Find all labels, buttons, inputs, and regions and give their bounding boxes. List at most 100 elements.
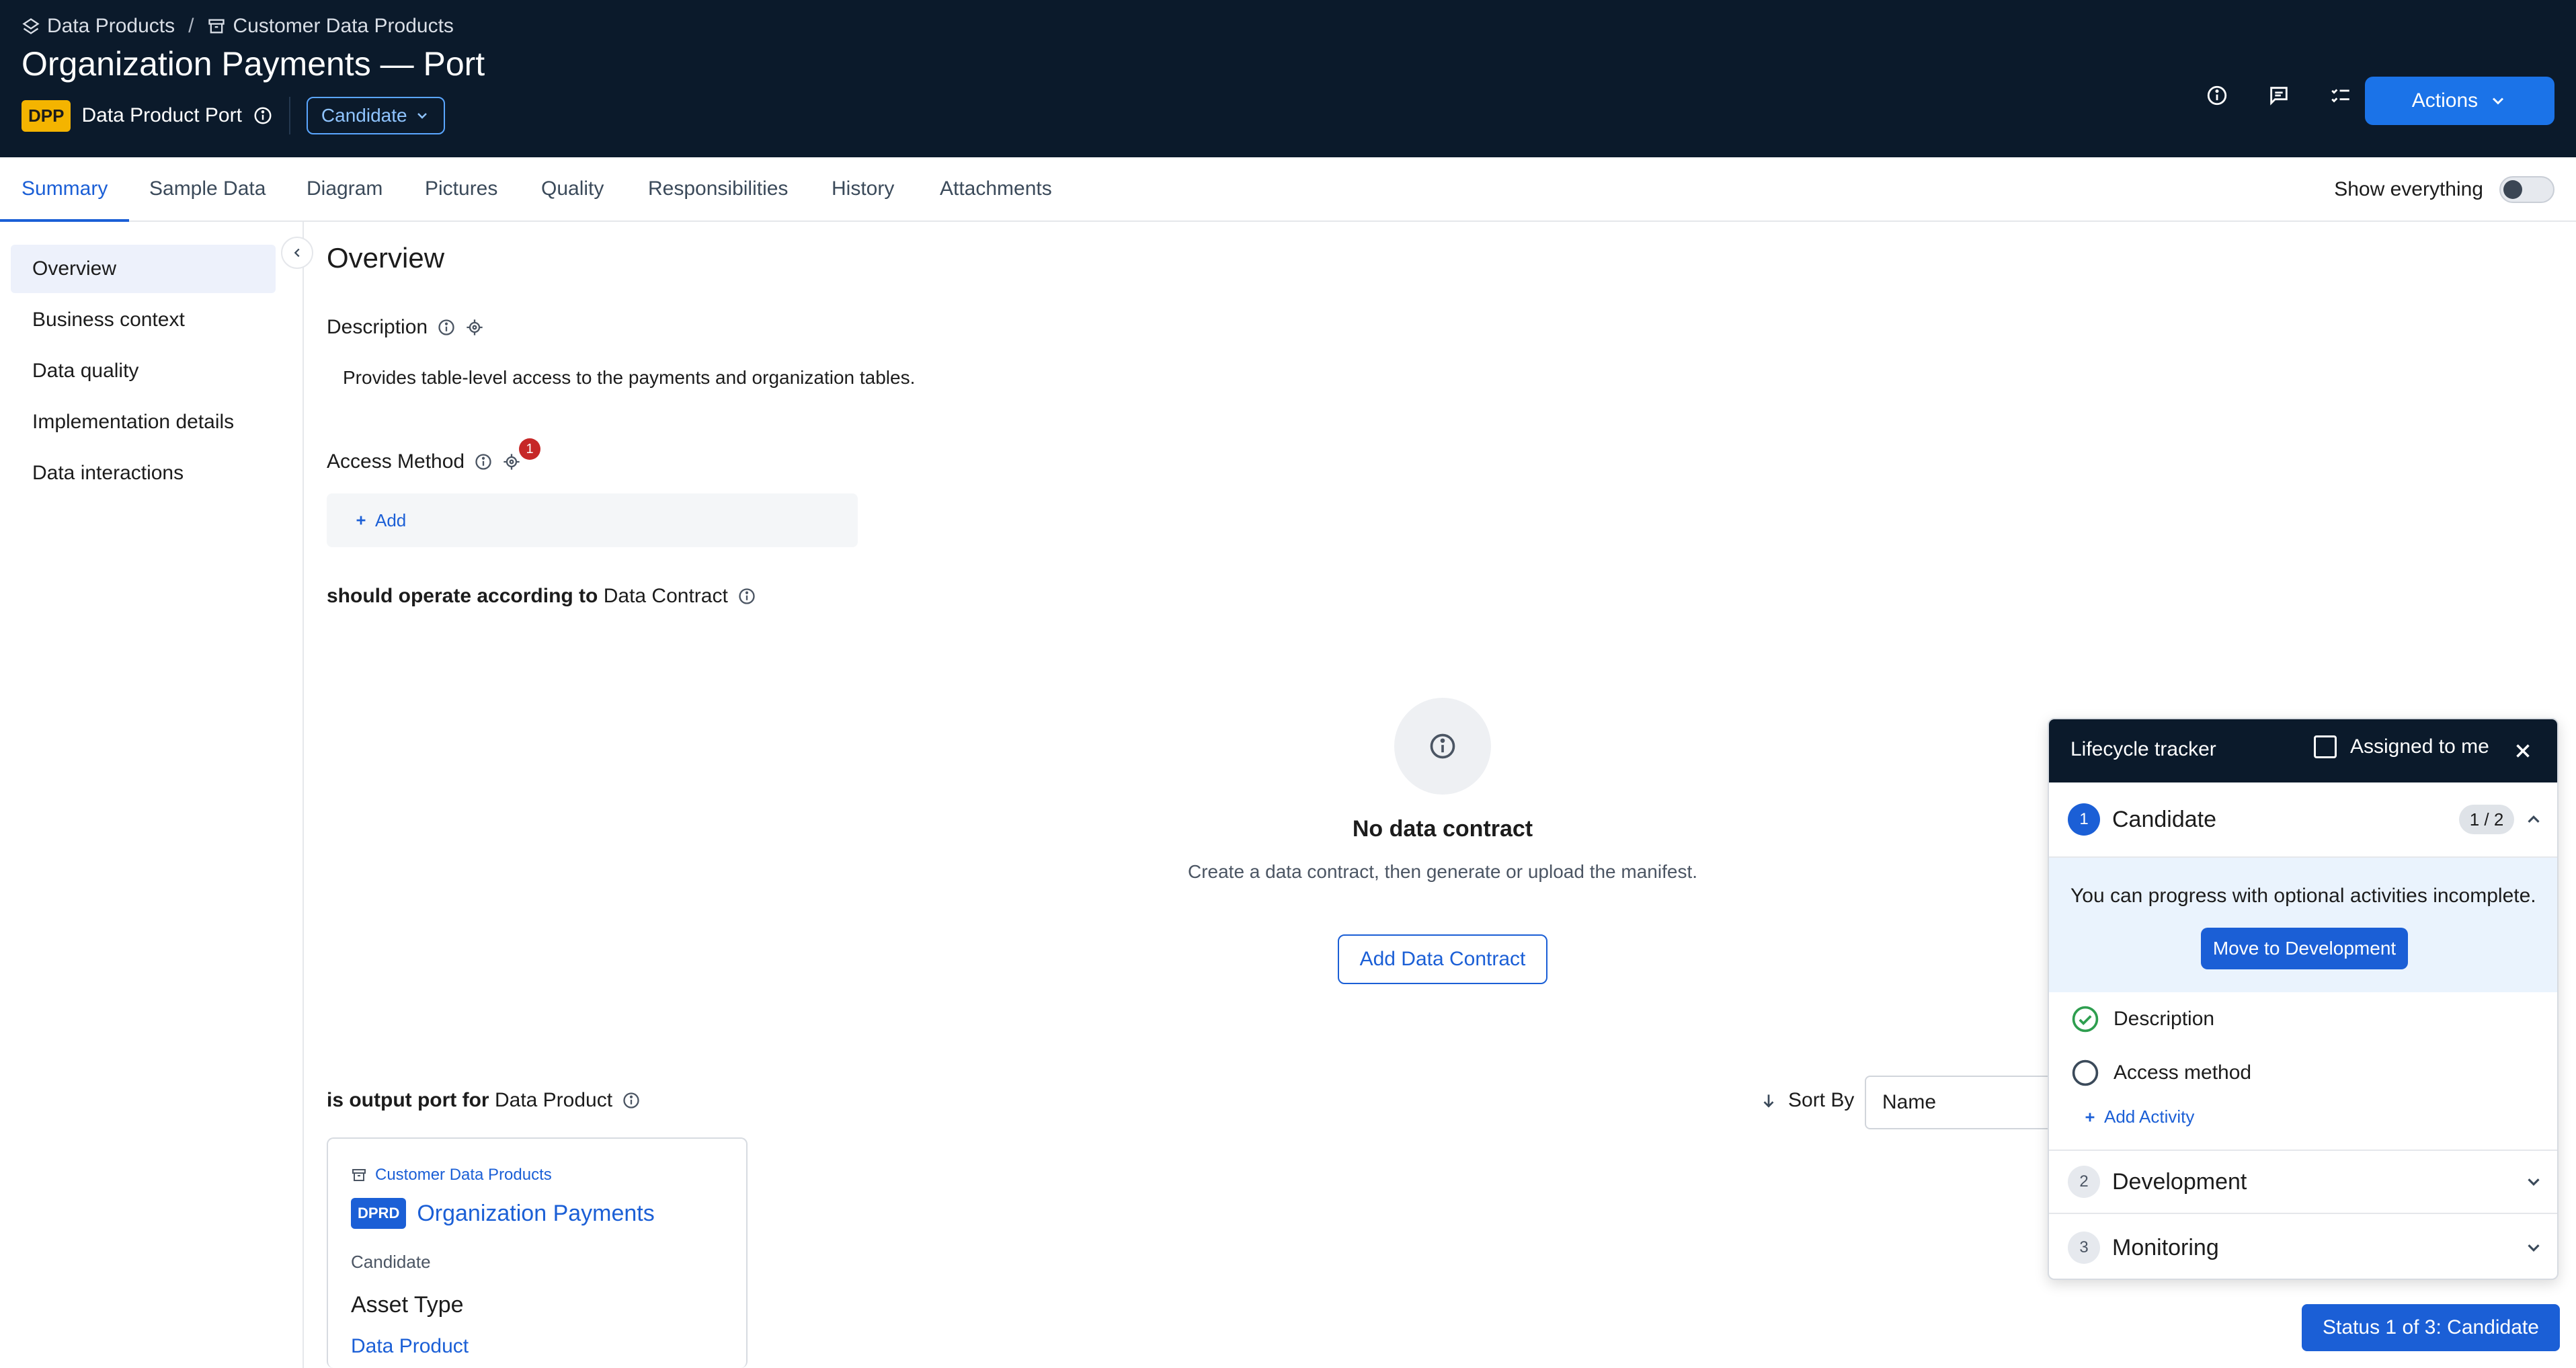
stage-number: 1: [2068, 803, 2100, 836]
toggle-knob: [2503, 180, 2522, 199]
access-method-label-row: Access Method: [327, 450, 521, 473]
asset-type-row: DPP Data Product Port Candidate: [22, 97, 445, 134]
add-data-contract-button[interactable]: Add Data Contract: [1338, 934, 1547, 984]
check-circle-icon: [2070, 1004, 2100, 1034]
empty-state-icon-wrap: [1394, 698, 1491, 795]
checkbox[interactable]: [2314, 735, 2337, 758]
archive-icon: [207, 17, 226, 36]
sidebar-item-implementation-details[interactable]: Implementation details: [11, 398, 276, 446]
lifecycle-status-button[interactable]: Status 1 of 3: Candidate: [2302, 1304, 2560, 1351]
sidebar: Overview Business context Data quality I…: [0, 222, 304, 1368]
tab-diagram[interactable]: Diagram: [307, 177, 383, 200]
add-activity-label: Add Activity: [2104, 1107, 2195, 1127]
toggle-switch[interactable]: [2499, 176, 2554, 203]
tab-sample-data[interactable]: Sample Data: [149, 177, 266, 200]
actions-button[interactable]: Actions: [2365, 77, 2554, 125]
stage-candidate[interactable]: 1 Candidate 1 / 2: [2049, 782, 2557, 858]
activity-label: Access method: [2114, 1061, 2252, 1084]
relation-text: is output port for Data Product: [327, 1089, 612, 1112]
asset-type-badge: DPRD: [351, 1198, 407, 1229]
breadcrumb-item-data-products[interactable]: Data Products: [22, 15, 175, 38]
relation-target: Data Product: [494, 1089, 613, 1111]
activity-label: Description: [2114, 1008, 2215, 1030]
sort-by-control[interactable]: Sort By: [1760, 1089, 1854, 1112]
arrow-down-icon: [1760, 1092, 1777, 1109]
breadcrumb-label: Customer Data Products: [233, 15, 454, 37]
stage-name: Candidate: [2112, 806, 2217, 832]
info-icon: [1428, 731, 1457, 761]
archive-icon: [351, 1167, 367, 1183]
move-to-development-button[interactable]: Move to Development: [2201, 928, 2408, 969]
close-icon[interactable]: [2511, 739, 2534, 762]
access-method-label: Access Method: [327, 450, 465, 473]
notification-badge: 1: [519, 438, 540, 460]
asset-type-badge: DPP: [22, 99, 71, 132]
sidebar-item-data-quality[interactable]: Data quality: [11, 347, 276, 395]
status-dropdown[interactable]: Candidate: [306, 97, 445, 134]
target-icon[interactable]: [502, 452, 521, 471]
page-header: Data Products / Customer Data Products O…: [0, 0, 2576, 157]
data-product-card[interactable]: Customer Data Products DPRD Organization…: [327, 1137, 748, 1368]
chevron-down-icon[interactable]: [2524, 1238, 2544, 1258]
tab-summary[interactable]: Summary: [22, 177, 108, 200]
breadcrumb: Data Products / Customer Data Products: [22, 15, 454, 38]
stage-name: Development: [2112, 1168, 2247, 1195]
info-icon[interactable]: [622, 1091, 641, 1110]
tracker-title: Lifecycle tracker: [2070, 738, 2216, 760]
empty-state-text: Create a data contract, then generate or…: [1187, 861, 1698, 882]
info-icon[interactable]: [253, 106, 273, 126]
tab-attachments[interactable]: Attachments: [940, 177, 1052, 200]
tab-quality[interactable]: Quality: [541, 177, 604, 200]
tracker-header: Lifecycle tracker Assigned to me: [2049, 719, 2557, 782]
chevron-down-icon: [414, 108, 430, 124]
stage-number: 2: [2068, 1166, 2100, 1198]
lifecycle-tracker-panel: Lifecycle tracker Assigned to me 1 Candi…: [2048, 718, 2559, 1280]
stage-number: 3: [2068, 1232, 2100, 1264]
chevron-up-icon[interactable]: [2524, 809, 2544, 830]
breadcrumb-item-customer-data-products[interactable]: Customer Data Products: [207, 15, 454, 38]
sidebar-item-business-context[interactable]: Business context: [11, 296, 276, 344]
asset-type-label: Data Product Port: [81, 104, 242, 126]
tab-history[interactable]: History: [832, 177, 894, 200]
stage-info-panel: You can progress with optional activitie…: [2049, 858, 2557, 992]
card-breadcrumb[interactable]: Customer Data Products: [351, 1166, 552, 1184]
empty-state-title: No data contract: [1352, 816, 1533, 842]
page-title: Organization Payments — Port: [22, 45, 485, 83]
show-everything-toggle[interactable]: Show everything: [2334, 176, 2554, 203]
tab-bar: Summary Sample Data Diagram Pictures Qua…: [0, 157, 2576, 222]
checklist-icon[interactable]: [2329, 83, 2353, 108]
section-heading: Overview: [327, 242, 445, 274]
stage-monitoring[interactable]: 3 Monitoring: [2049, 1215, 2557, 1279]
info-icon[interactable]: [737, 587, 756, 606]
comment-icon[interactable]: [2267, 83, 2291, 108]
show-everything-label: Show everything: [2334, 178, 2483, 200]
asset-type-link[interactable]: Data Product: [351, 1335, 469, 1358]
sidebar-item-data-interactions[interactable]: Data interactions: [11, 449, 276, 497]
asset-type-heading: Asset Type: [351, 1292, 464, 1318]
info-icon[interactable]: [474, 452, 493, 471]
data-products-icon: [22, 17, 40, 36]
status-dropdown-label: Candidate: [321, 105, 407, 126]
target-icon[interactable]: [465, 318, 484, 337]
card-title-row: DPRD Organization Payments: [351, 1198, 655, 1229]
activity-description[interactable]: Description: [2070, 1004, 2214, 1034]
activity-access-method[interactable]: Access method: [2070, 1058, 2251, 1088]
description-text: Provides table-level access to the payme…: [343, 367, 916, 388]
info-icon[interactable]: [2205, 83, 2229, 108]
chevron-down-icon[interactable]: [2524, 1172, 2544, 1192]
add-access-method-button[interactable]: Add: [327, 493, 858, 547]
add-activity-button[interactable]: Add Activity: [2083, 1107, 2194, 1127]
card-title-link[interactable]: Organization Payments: [417, 1201, 654, 1227]
info-icon[interactable]: [437, 318, 456, 337]
assigned-to-me-checkbox[interactable]: Assigned to me: [2314, 735, 2489, 758]
description-label: Description: [327, 316, 428, 338]
stage-development[interactable]: 2 Development: [2049, 1150, 2557, 1214]
assigned-label: Assigned to me: [2350, 735, 2489, 758]
tab-responsibilities[interactable]: Responsibilities: [648, 177, 788, 200]
sidebar-item-overview[interactable]: Overview: [11, 245, 276, 293]
stage-info-text: You can progress with optional activitie…: [2070, 885, 2536, 907]
tab-pictures[interactable]: Pictures: [425, 177, 497, 200]
stage-name: Monitoring: [2112, 1234, 2219, 1260]
relation-text: should operate according to Data Contrac…: [327, 585, 728, 608]
card-status: Candidate: [351, 1252, 431, 1272]
